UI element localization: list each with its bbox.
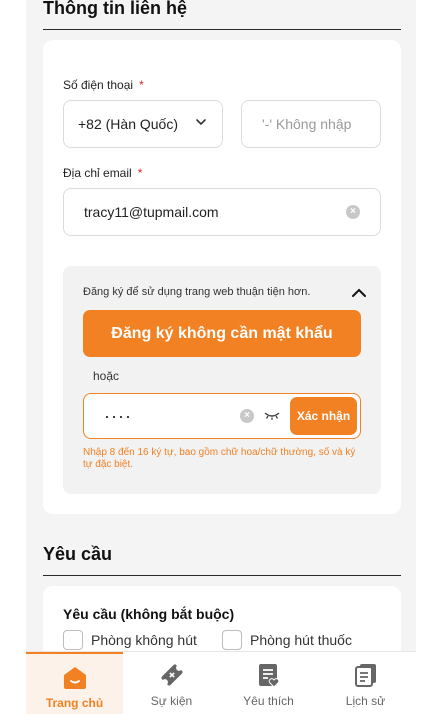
country-code-value: +82 (Hàn Quốc) bbox=[78, 116, 178, 132]
phone-required-mark: * bbox=[139, 78, 144, 92]
booking-form-page: Thông tin liên hệ Số điện thoại * +82 (Hà… bbox=[26, 0, 416, 714]
nav-events-label: Sự kiện bbox=[150, 694, 193, 708]
contact-section-divider bbox=[43, 29, 401, 30]
contact-section-title: Thông tin liên hệ bbox=[43, 0, 187, 18]
password-field[interactable]: ···· × Xác nhận bbox=[83, 393, 361, 439]
eye-closed-icon[interactable] bbox=[264, 408, 280, 427]
nav-home[interactable]: Trang chủ bbox=[26, 652, 123, 714]
smoking-label: Phòng hút thuốc bbox=[250, 632, 352, 648]
chevron-down-icon bbox=[194, 115, 208, 134]
phone-label-text: Số điện thoại bbox=[63, 78, 134, 92]
nav-history-label: Lịch sử bbox=[345, 694, 386, 708]
request-section-title: Yêu cầu bbox=[43, 544, 113, 564]
email-required-mark: * bbox=[137, 166, 143, 180]
clear-password-icon[interactable]: × bbox=[240, 409, 254, 423]
clear-email-icon[interactable]: × bbox=[346, 205, 360, 219]
nav-history[interactable]: Lịch sử bbox=[317, 652, 414, 714]
nav-events[interactable]: Sự kiện bbox=[123, 652, 220, 714]
register-info-text: Đăng ký để sử dụng trang web thuận tiện … bbox=[83, 286, 311, 298]
history-icon bbox=[354, 662, 378, 688]
favorite-list-icon bbox=[257, 662, 281, 688]
request-section-divider bbox=[43, 575, 401, 576]
country-code-select[interactable]: +82 (Hàn Quốc) bbox=[63, 100, 223, 148]
nav-home-label: Trang chủ bbox=[45, 696, 104, 710]
nav-favorites-label: Yêu thích bbox=[243, 694, 294, 708]
option-non-smoking[interactable]: Phòng không hút bbox=[63, 630, 197, 650]
nav-favorites[interactable]: Yêu thích bbox=[220, 652, 317, 714]
confirm-button[interactable]: Xác nhận bbox=[290, 397, 357, 435]
or-text: hoặc bbox=[93, 369, 120, 383]
email-value: tracy11@tupmail.com bbox=[84, 204, 219, 220]
register-panel: Đăng ký để sử dụng trang web thuận tiện … bbox=[63, 266, 381, 494]
email-label: Địa chỉ email * bbox=[63, 166, 142, 180]
phone-label: Số điện thoại * bbox=[63, 78, 144, 92]
register-no-password-button[interactable]: Đăng ký không cần mật khẩu bbox=[83, 310, 361, 357]
email-label-text: Địa chỉ email bbox=[63, 166, 132, 180]
non-smoking-checkbox[interactable] bbox=[63, 630, 83, 650]
phone-placeholder: '-' Không nhập bbox=[262, 116, 352, 132]
home-icon bbox=[61, 664, 89, 690]
smoking-checkbox[interactable] bbox=[222, 630, 242, 650]
option-smoking[interactable]: Phòng hút thuốc bbox=[222, 630, 352, 650]
phone-input[interactable]: '-' Không nhập bbox=[241, 100, 381, 148]
ticket-icon bbox=[159, 662, 185, 688]
email-input[interactable]: tracy11@tupmail.com × bbox=[63, 188, 381, 236]
request-subtitle: Yêu cầu (không bắt buộc) bbox=[63, 606, 235, 622]
password-value: ···· bbox=[104, 406, 132, 426]
chevron-up-icon[interactable] bbox=[351, 286, 367, 305]
non-smoking-label: Phòng không hút bbox=[91, 632, 197, 648]
bottom-navigation: Trang chủ Sự kiện Yêu thích Lịch sử bbox=[26, 651, 416, 714]
contact-card: Số điện thoại * +82 (Hàn Quốc) '-' Không … bbox=[43, 40, 401, 514]
password-hint: Nhập 8 đến 16 ký tự, bao gồm chữ hoa/chữ… bbox=[83, 447, 356, 470]
